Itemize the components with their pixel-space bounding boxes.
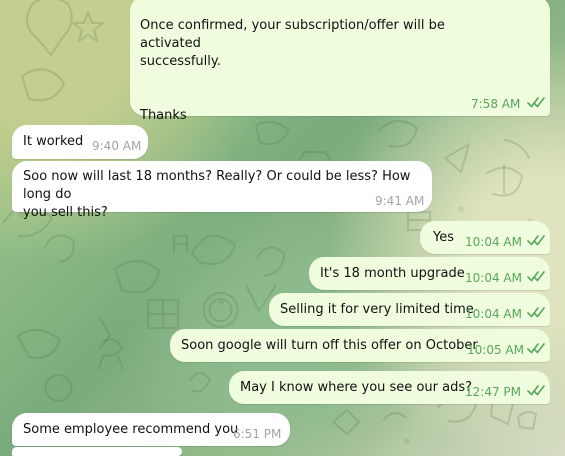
message-time: 7:58 AM bbox=[471, 97, 521, 111]
message-bubble-incoming[interactable]: It worked 9:40 AM bbox=[12, 125, 148, 159]
message-text: May I know where you see our ads? bbox=[240, 380, 473, 395]
message-text: Soo now will last 18 months? Really? Or … bbox=[23, 169, 411, 220]
message-text: Soon google will turn off this offer on … bbox=[181, 338, 478, 353]
message-bubble-outgoing[interactable]: Yes 10:04 AM bbox=[420, 221, 550, 254]
message-time: 10:04 AM bbox=[465, 307, 522, 321]
message-bubble-outgoing[interactable]: Selling it for very limited time 10:04 A… bbox=[269, 293, 550, 326]
message-bubble-outgoing[interactable]: It's 18 month upgrade 10:04 AM bbox=[309, 257, 550, 290]
double-check-icon bbox=[527, 235, 545, 246]
message-bubble-partial[interactable] bbox=[12, 447, 182, 456]
double-check-icon bbox=[527, 307, 545, 318]
message-text: Selling it for very limited time bbox=[280, 302, 474, 317]
message-bubble-incoming[interactable]: Soo now will last 18 months? Really? Or … bbox=[12, 161, 432, 220]
message-time: 10:04 AM bbox=[465, 235, 522, 249]
message-time: 12:47 PM bbox=[465, 385, 521, 399]
message-time: 10:04 AM bbox=[465, 271, 522, 285]
message-text: Some employee recommend you bbox=[23, 422, 239, 437]
double-check-icon bbox=[527, 97, 545, 108]
double-check-icon bbox=[527, 385, 545, 396]
message-text: It's 18 month upgrade bbox=[320, 266, 465, 281]
message-time: 6:51 PM bbox=[233, 427, 282, 441]
message-time: 9:40 AM bbox=[92, 139, 142, 153]
message-time: 10:05 AM bbox=[467, 343, 524, 357]
message-bubble-outgoing[interactable]: May I know where you see our ads? 12:47 … bbox=[229, 371, 550, 404]
double-check-icon bbox=[527, 343, 545, 354]
message-bubble-outgoing[interactable]: Soon google will turn off this offer on … bbox=[170, 329, 550, 362]
message-text: It worked bbox=[23, 134, 84, 149]
message-bubble-incoming[interactable]: Some employee recommend you 6:51 PM bbox=[12, 413, 290, 446]
message-time: 9:41 AM bbox=[375, 194, 425, 208]
message-text: Yes bbox=[433, 230, 454, 245]
double-check-icon bbox=[527, 271, 545, 282]
message-text: Once confirmed, your subscription/offer … bbox=[140, 18, 445, 123]
message-bubble-outgoing[interactable]: Once confirmed, your subscription/offer … bbox=[130, 0, 550, 123]
